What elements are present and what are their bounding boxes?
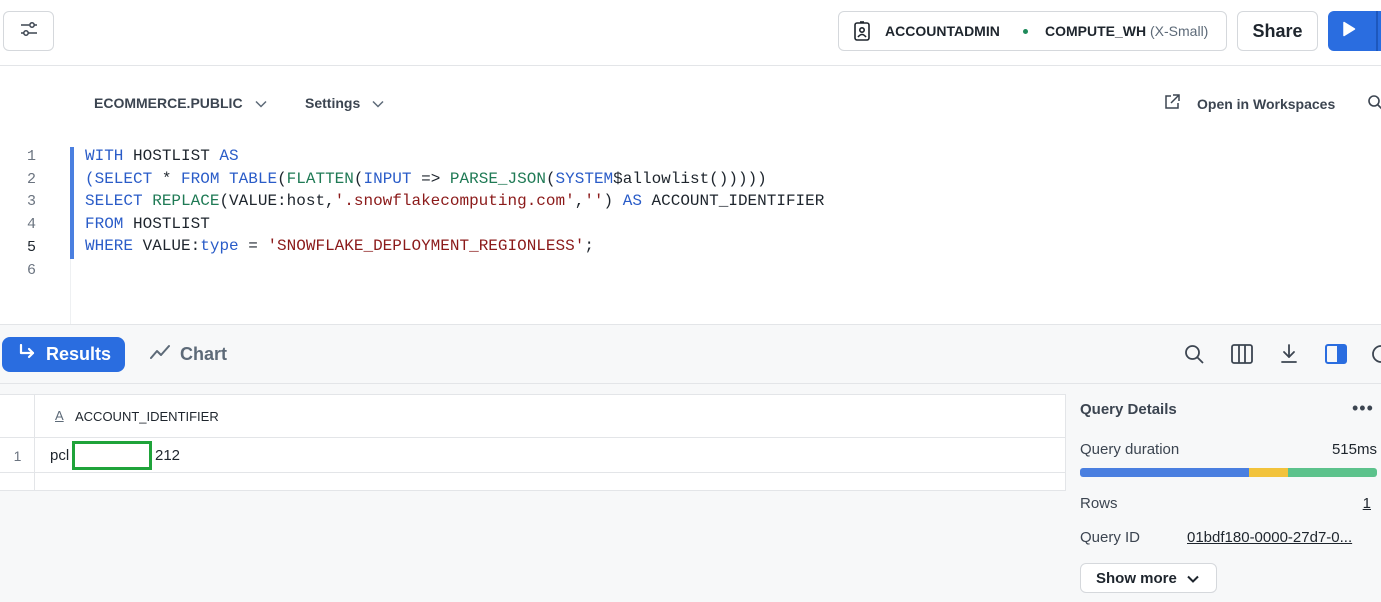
table-cell-suffix: 212 [155, 447, 181, 464]
show-more-button[interactable]: Show more [1080, 563, 1217, 593]
more-options-icon[interactable]: ••• [1352, 398, 1374, 419]
history-icon[interactable] [1371, 344, 1381, 369]
code-line: WHERE VALUE:type = 'SNOWFLAKE_DEPLOYMENT… [85, 237, 594, 255]
line-number: 5 [26, 239, 36, 256]
duration-breakdown-bar[interactable] [1080, 468, 1377, 477]
query-duration-value: 515ms [1331, 441, 1377, 458]
selection-gutter [70, 147, 74, 259]
results-toolbar: Results Chart [0, 324, 1381, 384]
row-number: 1 [13, 448, 22, 464]
open-in-workspaces-label: Open in Workspaces [1197, 95, 1336, 112]
table-row[interactable]: 1 pcl 212 [0, 438, 1066, 473]
top-bar: ACCOUNTADMIN COMPUTE_WH (X-Small) Share [0, 0, 1381, 66]
grid-header: A ACCOUNT_IDENTIFIER [0, 395, 1066, 438]
line-number: 2 [26, 171, 36, 188]
run-button[interactable] [1328, 11, 1381, 51]
column-header[interactable]: ACCOUNT_IDENTIFIER [75, 409, 219, 424]
code-line: SELECT REPLACE(VALUE:host,'.snowflakecom… [85, 192, 825, 210]
split-panel-icon[interactable] [1325, 344, 1347, 369]
query-id-link[interactable]: 01bdf180-0000-27d7-0... [1187, 529, 1352, 546]
gutter-divider [70, 259, 71, 324]
results-grid: A ACCOUNT_IDENTIFIER 1 pcl 212 [0, 394, 1066, 491]
open-in-workspaces-link[interactable]: Open in Workspaces [1163, 93, 1335, 114]
code-line: WITH HOSTLIST AS [85, 147, 239, 165]
database-label: ECOMMERCE.PUBLIC [94, 95, 243, 111]
rows-value[interactable]: 1 [1363, 495, 1371, 512]
run-menu-divider [1376, 11, 1378, 51]
code-line: FROM HOSTLIST [85, 215, 210, 233]
results-panel: A ACCOUNT_IDENTIFIER 1 pcl 212 [0, 384, 1066, 602]
line-number: 6 [26, 262, 36, 279]
chevron-down-icon [255, 95, 267, 111]
redaction-box [72, 441, 152, 470]
line-number: 3 [26, 193, 36, 210]
warehouse-name: COMPUTE_WH (X-Small) [1045, 23, 1209, 39]
return-arrow-icon [18, 343, 36, 365]
tab-results[interactable]: Results [2, 337, 125, 372]
search-icon[interactable] [1367, 94, 1381, 115]
sql-editor[interactable]: 1 2 3 4 5 6 WITH HOSTLIST AS (SELECT * F… [0, 144, 1381, 324]
line-number: 4 [26, 216, 36, 233]
query-details-title: Query Details [1080, 401, 1177, 418]
columns-icon[interactable] [1231, 344, 1253, 369]
role-name: ACCOUNTADMIN [885, 23, 1000, 39]
search-icon[interactable] [1184, 344, 1204, 369]
line-chart-icon [150, 344, 170, 365]
tab-chart-label: Chart [180, 344, 228, 364]
sliders-icon [20, 21, 38, 42]
status-dot [1023, 29, 1028, 34]
database-selector[interactable]: ECOMMERCE.PUBLIC [94, 95, 267, 111]
tab-chart[interactable]: Chart [150, 337, 227, 372]
duration-segment [1249, 468, 1288, 477]
settings-dropdown[interactable]: Settings [305, 95, 384, 111]
context-selector[interactable]: ACCOUNTADMIN COMPUTE_WH (X-Small) [838, 11, 1227, 51]
play-icon [1342, 21, 1356, 42]
line-number: 1 [26, 148, 36, 165]
show-more-label: Show more [1096, 569, 1177, 587]
chevron-down-icon [1187, 570, 1199, 587]
query-duration-label: Query duration [1080, 441, 1180, 458]
text-type-icon: A [55, 408, 64, 423]
filter-button[interactable] [3, 11, 54, 51]
query-id-label: Query ID [1080, 529, 1141, 546]
chevron-down-icon [372, 95, 384, 111]
code-line: (SELECT * FROM TABLE(FLATTEN(INPUT => PA… [85, 170, 767, 188]
editor-toolbar: ECOMMERCE.PUBLIC Settings Open in Worksp… [0, 66, 1381, 142]
settings-label: Settings [305, 95, 361, 111]
duration-segment [1287, 468, 1377, 477]
query-details-panel: Query Details ••• Query duration 515ms R… [1066, 384, 1381, 602]
duration-segment [1080, 468, 1250, 477]
download-icon[interactable] [1280, 344, 1298, 369]
external-link-icon [1163, 93, 1181, 114]
rows-label: Rows [1080, 495, 1118, 512]
share-button[interactable]: Share [1237, 11, 1318, 51]
tab-results-label: Results [46, 344, 112, 364]
role-badge-icon [854, 21, 870, 46]
table-cell-prefix: pcl [50, 447, 70, 464]
warehouse-size: (X-Small) [1150, 23, 1209, 39]
